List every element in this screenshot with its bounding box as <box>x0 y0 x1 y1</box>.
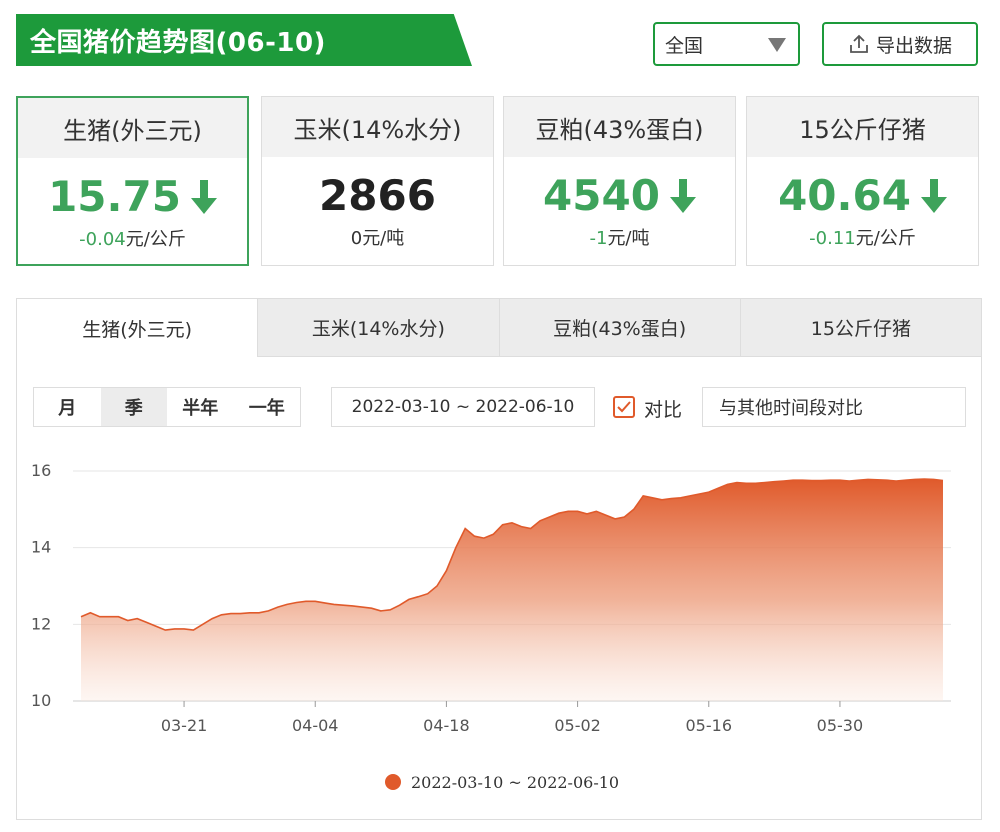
range-year-button[interactable]: 一年 <box>234 388 301 426</box>
check-icon <box>617 401 631 413</box>
y-tick-label: 10 <box>31 691 51 710</box>
card-value-row: 2866 <box>262 171 493 220</box>
tab-piglet[interactable]: 15公斤仔猪 <box>739 299 981 357</box>
card-delta: -0.11 <box>809 228 856 249</box>
range-month-button[interactable]: 月 <box>34 388 101 426</box>
card-value-row: 15.75 <box>18 172 247 221</box>
card-delta: 0 <box>350 228 363 249</box>
legend-marker <box>385 774 401 790</box>
y-tick-label: 12 <box>31 614 51 633</box>
time-range-group: 月 季 半年 一年 <box>33 387 301 427</box>
card-value-row: 4540 <box>504 171 735 220</box>
x-tick-label: 03-21 <box>161 716 208 735</box>
y-tick-label: 16 <box>31 461 51 480</box>
card-live-hog[interactable]: 生猪(外三元) 15.75 -0.04元/公斤 <box>16 96 249 266</box>
upload-icon <box>850 34 868 53</box>
region-select-value: 全国 <box>665 34 704 57</box>
price-trend-chart: 10 12 14 16 03-21 04-04 04-18 05-02 05-16 05-30 2… <box>31 461 951 792</box>
x-tick-label: 05-02 <box>554 716 601 735</box>
card-title: 玉米(14%水分) <box>262 97 493 157</box>
card-title: 15公斤仔猪 <box>747 97 978 157</box>
card-value-row: 40.64 <box>747 171 978 220</box>
card-value: 15.75 <box>48 172 181 221</box>
card-change: -0.11元/公斤 <box>747 224 978 250</box>
chevron-down-icon <box>768 38 786 52</box>
date-range-picker[interactable]: 2022-03-10 ~ 2022-06-10 <box>331 387 595 427</box>
card-value: 4540 <box>543 171 660 220</box>
compare-period-input[interactable]: 与其他时间段对比 <box>702 387 966 427</box>
y-tick-label: 14 <box>31 538 51 557</box>
card-title: 生猪(外三元) <box>18 98 247 158</box>
commodity-tabs: 生猪(外三元) 玉米(14%水分) 豆粕(43%蛋白) 15公斤仔猪 <box>17 299 981 357</box>
card-soybean-meal[interactable]: 豆粕(43%蛋白) 4540 -1元/吨 <box>503 96 736 266</box>
page-title: 全国猪价趋势图(06-10) <box>16 14 472 66</box>
export-data-label: 导出数据 <box>875 34 952 57</box>
range-quarter-button[interactable]: 季 <box>100 388 167 426</box>
x-tick-label: 05-16 <box>686 716 733 735</box>
chart-panel: 生猪(外三元) 玉米(14%水分) 豆粕(43%蛋白) 15公斤仔猪 月 季 半… <box>16 298 982 820</box>
range-half-year-button[interactable]: 半年 <box>167 388 234 426</box>
tab-corn[interactable]: 玉米(14%水分) <box>257 299 499 357</box>
card-title: 豆粕(43%蛋白) <box>504 97 735 157</box>
card-unit: 元/吨 <box>362 228 405 249</box>
card-change: 0元/吨 <box>262 224 493 250</box>
compare-checkbox[interactable] <box>613 396 635 418</box>
card-delta: -0.04 <box>79 229 126 250</box>
tab-live-hog[interactable]: 生猪(外三元) <box>17 299 258 357</box>
card-unit: 元/吨 <box>607 228 650 249</box>
arrow-down-icon <box>920 178 947 213</box>
arrow-down-icon <box>190 179 217 214</box>
export-data-button[interactable]: 导出数据 <box>822 22 978 66</box>
card-change: -0.04元/公斤 <box>18 225 247 251</box>
legend-label: 2022-03-10 ~ 2022-06-10 <box>411 773 619 792</box>
region-select[interactable]: 全国 <box>653 22 800 66</box>
card-value: 2866 <box>319 171 436 220</box>
x-tick-label: 04-18 <box>423 716 470 735</box>
card-unit: 元/公斤 <box>125 229 186 250</box>
card-delta: -1 <box>589 228 608 249</box>
tab-soybean-meal[interactable]: 豆粕(43%蛋白) <box>498 299 740 357</box>
x-tick-label: 05-30 <box>817 716 864 735</box>
x-tick-label: 04-04 <box>292 716 339 735</box>
compare-label: 对比 <box>644 399 683 421</box>
card-piglet[interactable]: 15公斤仔猪 40.64 -0.11元/公斤 <box>746 96 979 266</box>
card-change: -1元/吨 <box>504 224 735 250</box>
series-area <box>81 479 943 701</box>
card-unit: 元/公斤 <box>855 228 916 249</box>
card-corn[interactable]: 玉米(14%水分) 2866 0元/吨 <box>261 96 494 266</box>
card-value: 40.64 <box>778 171 911 220</box>
arrow-down-icon <box>669 178 696 213</box>
